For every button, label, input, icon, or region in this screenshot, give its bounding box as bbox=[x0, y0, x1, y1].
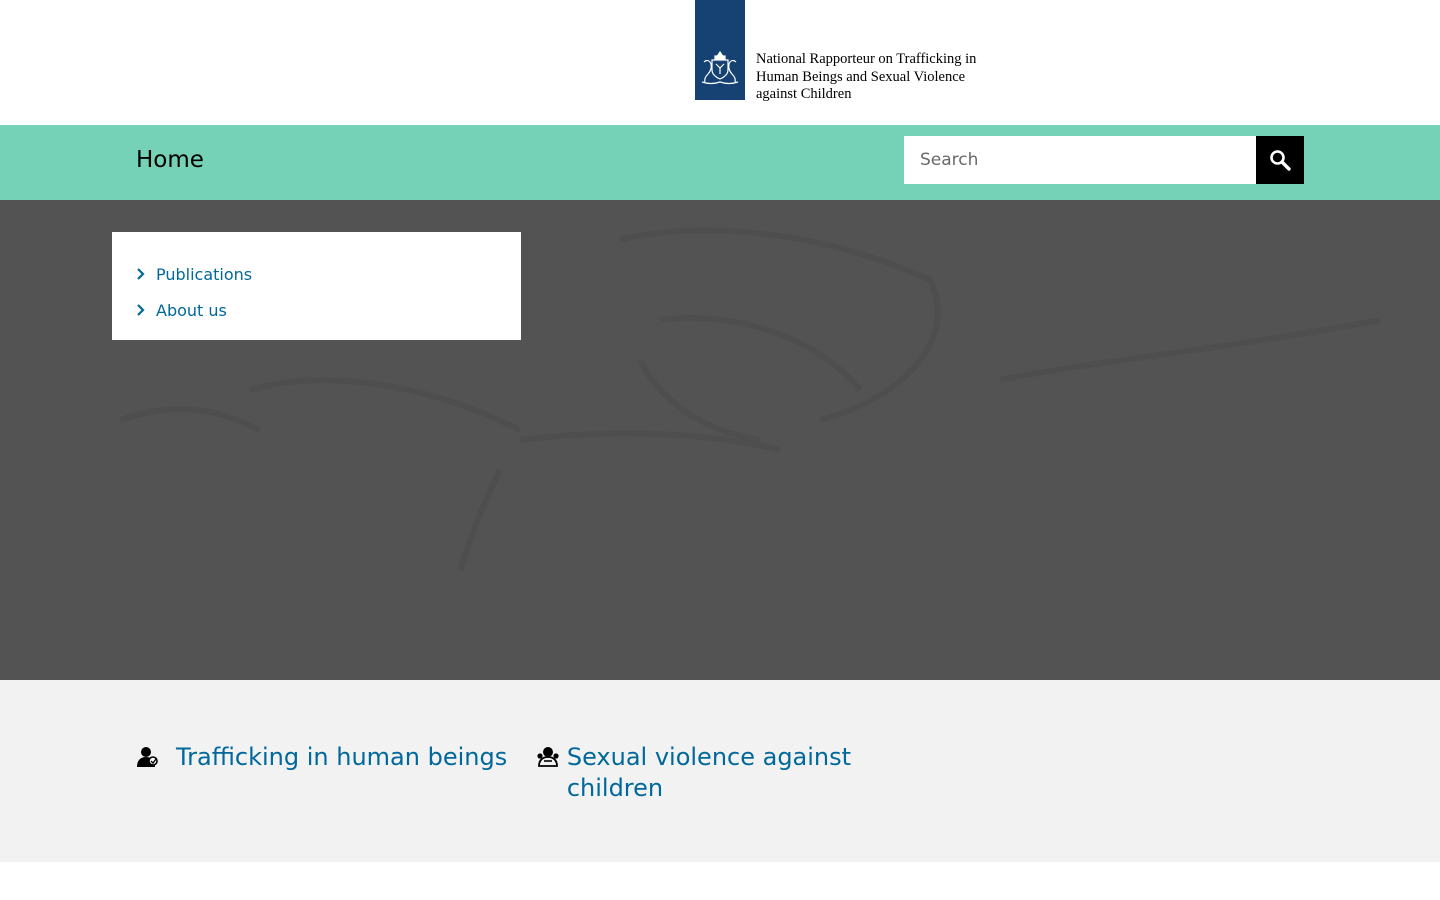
topic-label: Trafficking in human beings bbox=[176, 743, 508, 771]
menu-item-label: About us bbox=[156, 300, 227, 320]
search-button[interactable] bbox=[1256, 136, 1304, 184]
search-icon bbox=[1270, 150, 1291, 171]
menu-item-about-us[interactable]: About us bbox=[136, 292, 497, 328]
topic-trafficking-link[interactable]: Trafficking in human beings bbox=[136, 742, 507, 773]
organisation-name-line: National Rapporteur on Trafficking in bbox=[756, 51, 977, 67]
main-navigation: Home bbox=[0, 125, 1440, 200]
hero-banner: Publications About us bbox=[0, 200, 1440, 680]
menu-item-label: Publications bbox=[156, 264, 253, 284]
trafficking-icon bbox=[136, 742, 176, 772]
chevron-right-icon bbox=[136, 304, 156, 316]
menu-item-publications[interactable]: Publications bbox=[136, 256, 497, 292]
search-input[interactable] bbox=[904, 136, 1256, 184]
topic-label: Sexual violence against children bbox=[566, 743, 852, 802]
coat-of-arms-icon bbox=[701, 50, 739, 85]
chevron-right-icon bbox=[136, 268, 156, 280]
child-protection-icon bbox=[536, 742, 567, 772]
search-form bbox=[904, 136, 1304, 184]
topic-sexual-violence-link[interactable]: Sexual violence against children bbox=[536, 742, 866, 804]
organisation-name-line: against Children bbox=[756, 86, 852, 102]
site-header: National Rapporteur on Trafficking in Hu… bbox=[0, 0, 1440, 125]
nav-home-link[interactable]: Home bbox=[136, 147, 204, 173]
organisation-name[interactable]: National Rapporteur on Trafficking in Hu… bbox=[756, 51, 1006, 104]
organisation-name-line: Human Beings and Sexual Violence bbox=[756, 68, 966, 85]
topics-section: Trafficking in human beings Sexual viole… bbox=[0, 680, 1440, 862]
hero-menu-card: Publications About us bbox=[112, 232, 521, 340]
logo-emblem[interactable] bbox=[695, 0, 745, 100]
